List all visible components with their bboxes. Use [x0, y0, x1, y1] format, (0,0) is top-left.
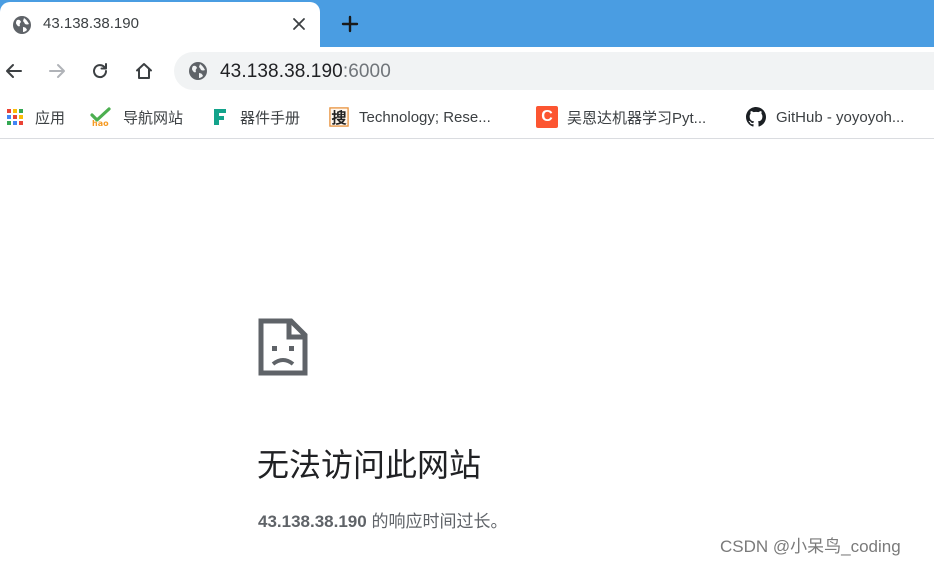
error-host: 43.138.38.190 [258, 512, 367, 531]
error-message: 的响应时间过长。 [366, 512, 508, 531]
error-description: 43.138.38.190 的响应时间过长。 [258, 507, 507, 532]
url-text[interactable]: 43.138.38.190:6000 [220, 61, 391, 83]
error-title: 无法访问此网站 [257, 447, 482, 483]
bookmark-technology[interactable]: 搜 Technology; Rese... [329, 105, 491, 129]
page-content: 无法访问此网站 43.138.38.190 的响应时间过长。 CSDN @小呆鸟… [0, 140, 934, 562]
tab-title: 43.138.38.190 [43, 15, 139, 32]
bookmark-hao[interactable]: hao 导航网站 [89, 105, 183, 129]
watermark: CSDN @小呆鸟_coding [720, 537, 901, 556]
plus-icon[interactable] [336, 10, 364, 38]
bookmark-apps[interactable]: 应用 [5, 105, 65, 129]
bookmark-label: 吴恩达机器学习Pyt... [567, 109, 707, 127]
csdn-c-icon: C [536, 106, 558, 128]
sad-page-icon [258, 318, 308, 376]
sou-icon: 搜 [329, 107, 349, 127]
letter-f-icon [210, 107, 230, 127]
bookmark-datasheet[interactable]: 器件手册 [210, 105, 300, 129]
globe-icon[interactable] [188, 61, 208, 81]
address-bar[interactable]: 43.138.38.190:6000 [174, 52, 934, 90]
bookmark-label: GitHub - yoyoyoh... [776, 108, 905, 126]
close-icon[interactable] [288, 13, 310, 35]
bookmark-ml-python[interactable]: C 吴恩达机器学习Pyt... [536, 105, 707, 129]
active-tab[interactable]: 43.138.38.190 [0, 2, 320, 47]
github-icon [746, 107, 766, 127]
url-port: :6000 [342, 61, 391, 82]
svg-text:hao: hao [92, 119, 109, 127]
bookmarks-bar: 应用 hao 导航网站 器件手册 搜 Technology; Rese... C… [0, 95, 934, 139]
bookmark-label: 应用 [35, 109, 66, 127]
back-arrow-icon[interactable] [0, 57, 28, 85]
tab-strip: 43.138.38.190 [0, 0, 934, 47]
toolbar: 43.138.38.190:6000 [0, 47, 934, 95]
hao-icon: hao [89, 107, 113, 127]
url-host: 43.138.38.190 [220, 61, 343, 82]
sou-icon-text: 搜 [331, 109, 347, 127]
apps-grid-icon [5, 107, 25, 127]
bookmark-label: 器件手册 [240, 109, 301, 127]
csdn-c-icon-text: C [541, 108, 553, 125]
reload-icon[interactable] [86, 57, 114, 85]
forward-arrow-icon[interactable] [43, 57, 71, 85]
bookmark-github[interactable]: GitHub - yoyoyoh... [746, 105, 904, 129]
globe-icon [12, 15, 32, 35]
bookmark-label: Technology; Rese... [359, 108, 491, 126]
bookmark-label: 导航网站 [123, 109, 184, 127]
home-icon[interactable] [130, 57, 158, 85]
